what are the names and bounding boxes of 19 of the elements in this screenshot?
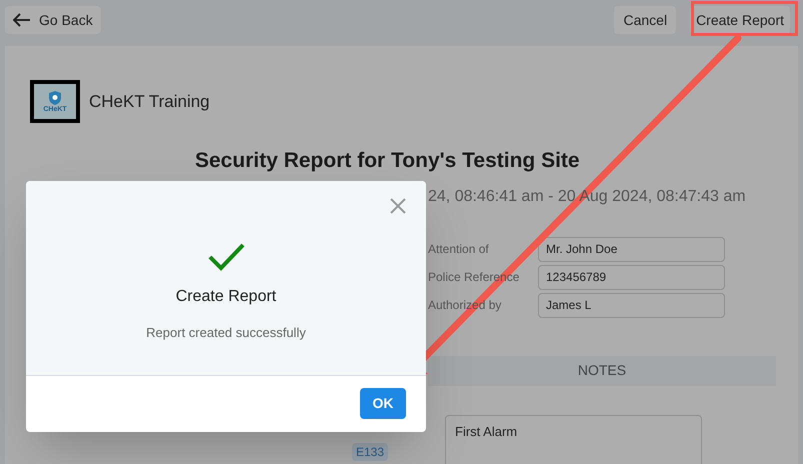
- dialog-message: Report created successfully: [146, 324, 306, 342]
- dialog-title: Create Report: [176, 287, 276, 307]
- report-title: Security Report for Tony's Testing Site: [195, 148, 581, 174]
- back-arrow-icon: [13, 13, 31, 27]
- shield-icon: [48, 90, 62, 106]
- go-back-button[interactable]: Go Back: [5, 6, 101, 34]
- company-name: CHeKT Training: [89, 90, 210, 113]
- text-field[interactable]: Mr. John Doe: [538, 236, 725, 262]
- event-code-tag: E133: [352, 442, 388, 460]
- field-label: Attention of: [428, 241, 490, 258]
- text-field[interactable]: 123456789: [538, 264, 725, 290]
- notes-header: NOTES: [428, 356, 776, 386]
- ok-button[interactable]: OK: [360, 388, 406, 419]
- close-button[interactable]: [390, 198, 406, 214]
- notes-field[interactable]: First Alarm: [445, 414, 702, 464]
- cancel-button[interactable]: Cancel: [614, 6, 676, 34]
- create-report-button[interactable]: Create Report: [690, 6, 790, 34]
- checkmark-icon: [208, 243, 244, 271]
- text-field[interactable]: James L: [538, 292, 725, 318]
